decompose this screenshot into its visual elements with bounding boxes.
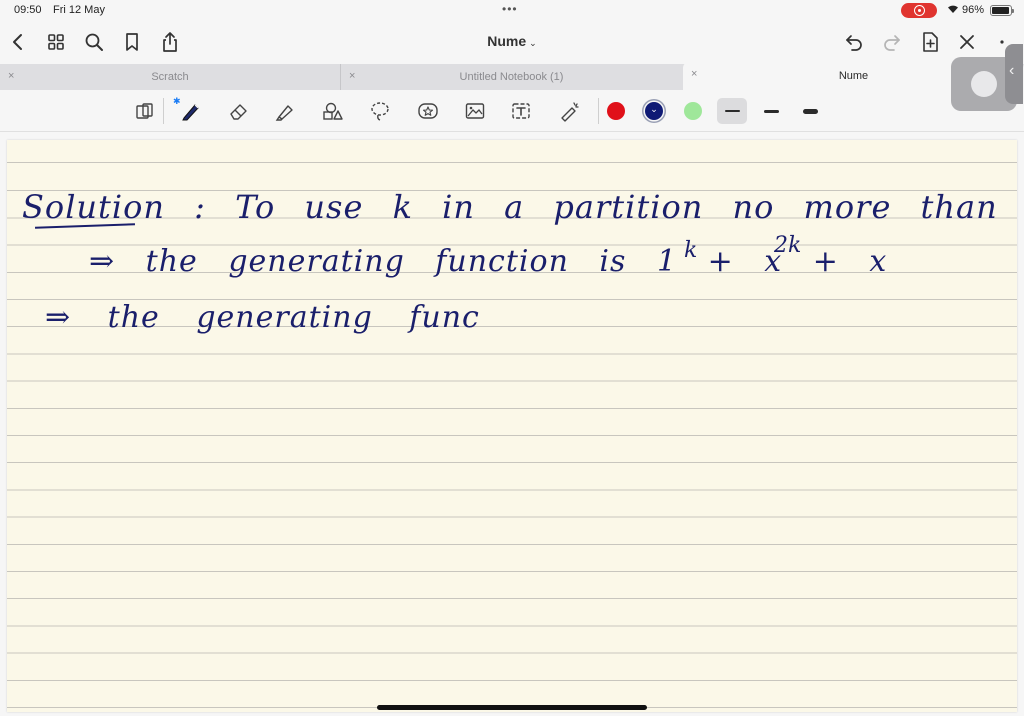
grid-view-icon[interactable]: [42, 28, 70, 56]
share-icon[interactable]: [156, 28, 184, 56]
drawing-toolbar: ✱ ⌄: [0, 90, 1024, 132]
chevron-left-icon: ‹: [1009, 62, 1015, 79]
undo-icon[interactable]: [840, 28, 868, 56]
tab-label: Untitled Notebook (1): [459, 71, 564, 83]
note-line-2: ⇒ the generating function is 1 + x + x: [89, 244, 888, 279]
add-page-icon[interactable]: [916, 28, 944, 56]
highlighter-icon[interactable]: [272, 98, 298, 124]
tab-label: Scratch: [151, 71, 189, 83]
shapes-icon[interactable]: [319, 98, 345, 124]
document-title-menu[interactable]: Nume ⌄: [470, 33, 554, 49]
toolbar-divider: [598, 98, 599, 124]
notebook-tabs: × Scratch × Untitled Notebook (1) × Nume: [0, 62, 1024, 90]
bookmark-icon[interactable]: [118, 28, 146, 56]
zoom-window-icon[interactable]: [132, 98, 158, 124]
multitasking-dots-icon[interactable]: •••: [502, 2, 518, 16]
exponent-2k: 2k: [774, 233, 802, 258]
image-icon[interactable]: [462, 98, 488, 124]
lasso-icon[interactable]: [367, 98, 393, 124]
thickness-fine[interactable]: [717, 98, 747, 124]
handwritten-notes: Solution : To use k in a partition no mo…: [7, 140, 1017, 712]
note-line-1: Solution : To use k in a partition no mo…: [22, 188, 1017, 226]
toolbar-divider: [163, 98, 164, 124]
thickness-medium[interactable]: [756, 98, 786, 124]
exponent-k: k: [684, 238, 698, 263]
redo-icon[interactable]: [878, 28, 906, 56]
tab-scratch[interactable]: × Scratch: [0, 64, 341, 90]
battery-icon: [990, 5, 1014, 16]
back-icon[interactable]: [4, 28, 32, 56]
search-icon[interactable]: [80, 28, 108, 56]
document-title: Nume: [487, 33, 527, 49]
notebook-page[interactable]: Solution : To use k in a partition no mo…: [7, 140, 1017, 712]
wifi-icon: [947, 4, 959, 17]
color-swatch-green[interactable]: [684, 102, 702, 120]
text-box-icon[interactable]: [508, 98, 534, 124]
color-swatch-navy[interactable]: ⌄: [645, 102, 663, 120]
tab-untitled-notebook[interactable]: × Untitled Notebook (1): [341, 64, 682, 90]
laser-pointer-icon[interactable]: [556, 98, 582, 124]
battery-percent: 96%: [962, 4, 985, 16]
status-date: Fri 12 May: [53, 4, 105, 16]
status-time: 09:50: [14, 4, 42, 16]
home-indicator[interactable]: [377, 705, 647, 710]
close-icon[interactable]: [953, 28, 981, 56]
status-bar: 09:50 Fri 12 May ••• 96%: [0, 0, 1024, 22]
color-swatch-red[interactable]: [607, 102, 625, 120]
thickness-bold[interactable]: [795, 98, 825, 124]
pen-icon[interactable]: [178, 98, 204, 124]
screen-recording-icon: [901, 3, 937, 18]
nav-bar: Nume ⌄: [0, 22, 1024, 62]
chevron-down-icon: ⌄: [650, 104, 658, 114]
chevron-down-icon: ⌄: [529, 38, 537, 48]
eraser-icon[interactable]: [226, 98, 252, 124]
sticker-icon[interactable]: [415, 98, 441, 124]
note-line-3: ⇒ the generating func: [45, 300, 480, 335]
sidebar-handle[interactable]: ‹: [1005, 44, 1023, 104]
